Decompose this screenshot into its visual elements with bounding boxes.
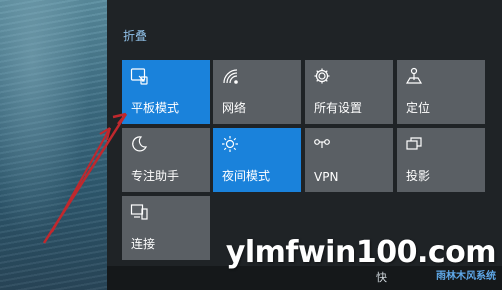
tile-label: 网络	[222, 101, 247, 115]
network-icon	[221, 67, 239, 85]
collapse-link[interactable]: 折叠	[123, 27, 147, 44]
night-light-sun-icon	[221, 135, 239, 153]
project-icon	[405, 135, 423, 153]
tile-project[interactable]: 投影	[397, 128, 485, 192]
tile-label: 定位	[406, 101, 431, 115]
taskbar-text: 快	[376, 271, 387, 284]
tile-label: 所有设置	[314, 101, 363, 115]
desktop-wallpaper	[0, 0, 107, 290]
screenshot: 折叠 平板模式 网络 所有设置 定位 专注助手 夜间模式 VPN 投影 连接 快…	[0, 0, 502, 290]
tablet-mode-icon	[130, 67, 148, 85]
tile-label: VPN	[314, 170, 339, 184]
settings-gear-icon	[313, 67, 331, 85]
vpn-icon	[313, 135, 331, 153]
tile-focus-assist[interactable]: 专注助手	[122, 128, 210, 192]
taskbar: 快	[107, 266, 502, 290]
tile-label: 平板模式	[131, 101, 180, 115]
action-center-panel: 折叠 平板模式 网络 所有设置 定位 专注助手 夜间模式 VPN 投影 连接	[107, 0, 502, 290]
tile-label: 专注助手	[131, 169, 180, 183]
tile-location[interactable]: 定位	[397, 60, 485, 124]
tile-night-light[interactable]: 夜间模式	[213, 128, 301, 192]
tile-network[interactable]: 网络	[213, 60, 301, 124]
tile-all-settings[interactable]: 所有设置	[305, 60, 393, 124]
location-icon	[405, 67, 423, 85]
tile-label: 投影	[406, 169, 431, 183]
tile-label: 连接	[131, 237, 156, 251]
tile-vpn[interactable]: VPN	[305, 128, 393, 192]
tile-connect[interactable]: 连接	[122, 196, 210, 260]
tile-label: 夜间模式	[222, 169, 271, 183]
tile-tablet-mode[interactable]: 平板模式	[122, 60, 210, 124]
moon-icon	[130, 135, 148, 153]
connect-icon	[130, 203, 148, 221]
